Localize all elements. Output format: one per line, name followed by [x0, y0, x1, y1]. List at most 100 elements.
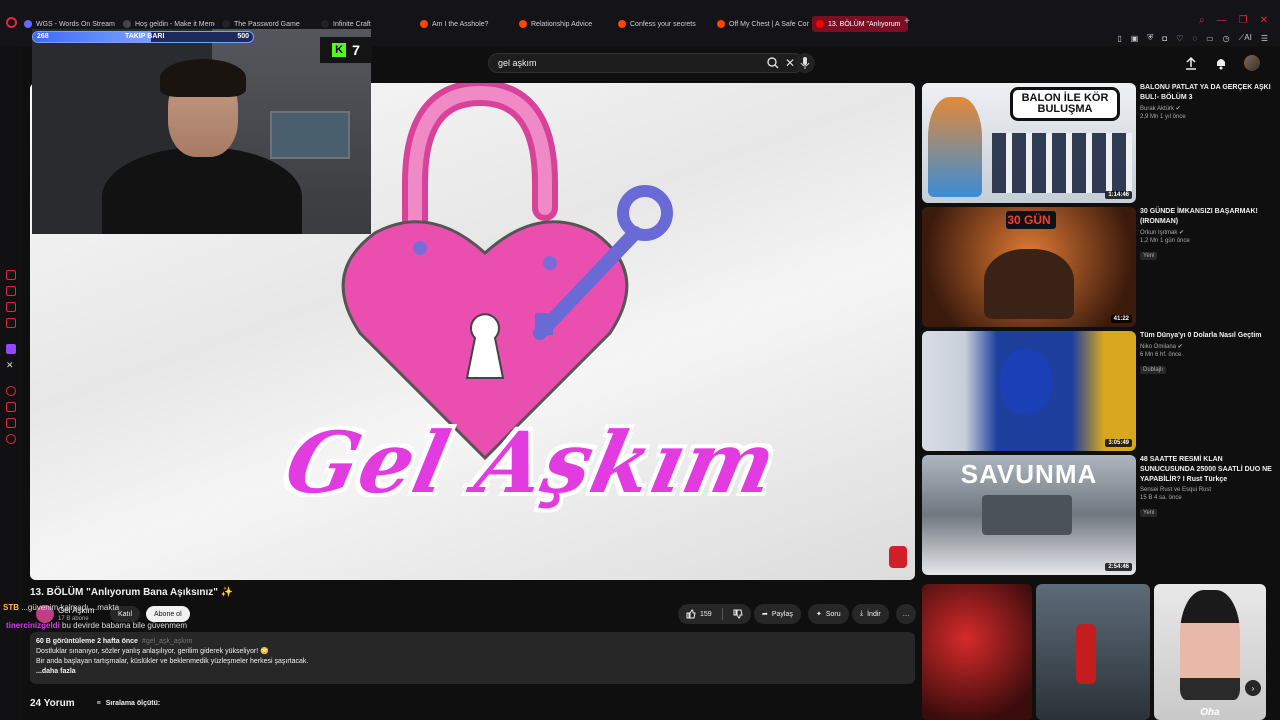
extension-toolbar: ▯ ▣ ⛨ ◘ ♡ ◌ ▭ ◷ ⟋AI ☰ — [1117, 33, 1268, 43]
sparkle-icon: ✦ — [816, 611, 822, 618]
ai-extension-label: AI — [1244, 33, 1252, 42]
sort-button[interactable]: ≡ Sıralama ölçütü: — [97, 700, 161, 707]
sidebar-app-icon[interactable] — [6, 418, 16, 428]
new-badge: Yeni — [1140, 252, 1158, 260]
thumbnail-text: 30 GÜN — [1007, 213, 1051, 227]
wallet-icon[interactable]: ▭ — [1206, 34, 1214, 43]
sidebar-app-icon[interactable] — [6, 318, 16, 328]
settings-icon[interactable] — [6, 434, 16, 444]
minimize-icon[interactable]: — — [1217, 15, 1227, 26]
sidebar-app-icon[interactable] — [6, 302, 16, 312]
video-thumbnail[interactable]: 30 GÜN 41:22 — [922, 207, 1136, 327]
channel-name[interactable]: Sensei Rust ve Esqui Rust — [1140, 487, 1272, 493]
browser-tab[interactable]: 13. BÖLÜM "Anlıyorum — [812, 16, 908, 32]
video-info: BALONU PATLAT YA DA GERÇEK AŞKI BUL!- BÖ… — [1140, 83, 1272, 120]
browser-tab[interactable]: Confess your secrets — [614, 16, 710, 32]
recommended-video[interactable]: SAVUNMA 2:54:46 48 SAATTE RESMİ KLAN SUN… — [922, 455, 1272, 575]
short-thumbnail[interactable] — [922, 584, 1032, 720]
history-icon[interactable]: ◷ — [1223, 34, 1230, 43]
video-title[interactable]: 30 GÜNDE İMKANSIZI BAŞARMAK! (IRONMAN) — [1140, 207, 1272, 227]
video-title: 13. BÖLÜM "Anlıyorum Bana Aşıksınız" ✨ — [30, 587, 234, 598]
video-meta: 15 B 4 sa. önce — [1140, 495, 1182, 501]
goal-target: 500 — [237, 33, 249, 40]
hashtags[interactable]: #gel_aşk_aşkım — [142, 638, 193, 645]
chat-icon[interactable]: ◌ — [1192, 34, 1197, 43]
ask-button[interactable]: ✦ Soru — [808, 604, 849, 624]
show-more-link[interactable]: ...daha fazla — [36, 667, 909, 677]
sidebar-app-icon[interactable] — [6, 286, 16, 296]
recommended-video[interactable]: BALON İLE KÖR BULUŞMA 1:14:46 BALONU PAT… — [922, 83, 1272, 203]
short-person — [1180, 590, 1240, 700]
recommended-video[interactable]: 3:05:49 Tüm Dünya'yı 0 Dolarla Nasıl Geç… — [922, 331, 1272, 451]
short-thumbnail[interactable] — [1036, 584, 1150, 720]
more-actions-button[interactable]: … — [896, 604, 916, 624]
sidebar-app-icon[interactable] — [6, 386, 16, 396]
thumbnail-person — [928, 97, 982, 197]
menu-icon[interactable]: ☰ — [1261, 34, 1268, 43]
search-input[interactable]: gel aşkım — [498, 58, 537, 68]
viewer-count: 7 — [352, 42, 360, 58]
close-window-icon[interactable]: ✕ — [1260, 15, 1268, 26]
recommended-video[interactable]: 30 GÜN 41:22 30 GÜNDE İMKANSIZI BAŞARMAK… — [922, 207, 1272, 327]
ai-extension-button[interactable]: ⟋AI — [1239, 33, 1252, 43]
channel-name[interactable]: Niko Omilana ✔ — [1140, 343, 1272, 350]
video-title[interactable]: Tüm Dünya'yı 0 Dolarla Nasıl Geçtim — [1140, 331, 1272, 341]
tab-favicon-icon — [618, 20, 626, 28]
bookmark-icon[interactable]: ▯ — [1117, 34, 1121, 43]
tab-label: Hoş geldin - Make it Meme — [135, 20, 215, 28]
description-box[interactable]: 60 B görüntüleme 2 hafta önce #gel_aşk_aş… — [30, 632, 915, 684]
browser-tab[interactable]: Am I the Asshole? — [416, 16, 512, 32]
tab-label: 13. BÖLÜM "Anlıyorum — [828, 20, 901, 28]
browser-tab[interactable]: Relationship Advice — [515, 16, 611, 32]
video-title[interactable]: 48 SAATTE RESMİ KLAN SUNUCUSUNDA 25000 S… — [1140, 455, 1272, 485]
search-box[interactable]: gel aşkım ✕ — [488, 53, 804, 73]
new-tab-icon[interactable]: + — [904, 16, 910, 27]
video-info: 48 SAATTE RESMİ KLAN SUNUCUSUNDA 25000 S… — [1140, 455, 1272, 519]
extension-icon[interactable]: ◘ — [1162, 34, 1167, 43]
video-thumbnail[interactable]: 3:05:49 — [922, 331, 1136, 451]
thumbnail-base — [982, 495, 1072, 535]
like-button[interactable]: 159 — [678, 604, 751, 624]
video-duration: 1:14:46 — [1105, 191, 1132, 199]
twitch-icon[interactable] — [6, 344, 16, 354]
clear-search-icon[interactable]: ✕ — [785, 56, 795, 70]
x-icon[interactable]: ✕ — [6, 360, 16, 370]
share-button[interactable]: ➦ Paylaş — [754, 604, 801, 624]
download-button[interactable]: ⤓ İndir — [852, 604, 889, 624]
comments-count: 24 Yorum — [30, 697, 75, 709]
channel-name[interactable]: Burak Aktürk ✔ — [1140, 105, 1272, 112]
sidebar-app-icon[interactable] — [6, 270, 16, 280]
shield-icon[interactable]: ⛨ — [1147, 33, 1153, 43]
video-title[interactable]: BALONU PATLAT YA DA GERÇEK AŞKI BUL!- BÖ… — [1140, 83, 1272, 103]
sidebar-app-icon[interactable] — [6, 402, 16, 412]
account-avatar[interactable] — [1244, 55, 1260, 71]
chat-message: tinercinizgeldi bu devirde babama bile g… — [6, 621, 187, 630]
thumbs-down-icon[interactable] — [733, 609, 743, 619]
next-arrow-icon[interactable]: › — [1245, 680, 1261, 696]
search-icon — [767, 57, 779, 69]
maximize-icon[interactable]: ❐ — [1239, 15, 1248, 26]
tab-label: The Password Game — [234, 20, 300, 28]
heart-icon[interactable]: ♡ — [1176, 34, 1183, 43]
channel-name[interactable]: Orkun Işıtmak ✔ — [1140, 229, 1272, 236]
search-button[interactable] — [761, 53, 785, 73]
tab-favicon-icon — [123, 20, 131, 28]
video-thumbnail[interactable]: SAVUNMA 2:54:46 — [922, 455, 1136, 575]
comments-header: 24 Yorum ≡ Sıralama ölçütü: — [30, 696, 160, 710]
video-thumbnail[interactable]: BALON İLE KÖR BULUŞMA 1:14:46 — [922, 83, 1136, 203]
browser-tab[interactable]: Off My Chest | A Safe Comr — [713, 16, 809, 32]
chat-username: tinercinizgeldi — [6, 621, 60, 630]
short-thumbnail[interactable]: Oha — [1154, 584, 1266, 720]
webcam-person-hair — [160, 59, 246, 97]
search-tabs-icon[interactable]: ⌕ — [1199, 15, 1205, 26]
voice-search-button[interactable] — [795, 53, 815, 73]
channel-watermark-icon[interactable] — [889, 546, 907, 568]
sort-icon: ≡ — [96, 699, 101, 707]
notifications-icon[interactable] — [1214, 56, 1228, 70]
chat-message: STB ...güvenim kalmadı ...makta — [3, 603, 119, 612]
browser-logo-icon[interactable] — [6, 17, 17, 28]
save-icon[interactable]: ▣ — [1131, 34, 1139, 43]
subscribe-button[interactable]: Abone ol — [146, 606, 190, 622]
upload-icon[interactable] — [1184, 56, 1198, 70]
view-stats: 60 B görüntüleme 2 hafta önce — [36, 638, 138, 645]
